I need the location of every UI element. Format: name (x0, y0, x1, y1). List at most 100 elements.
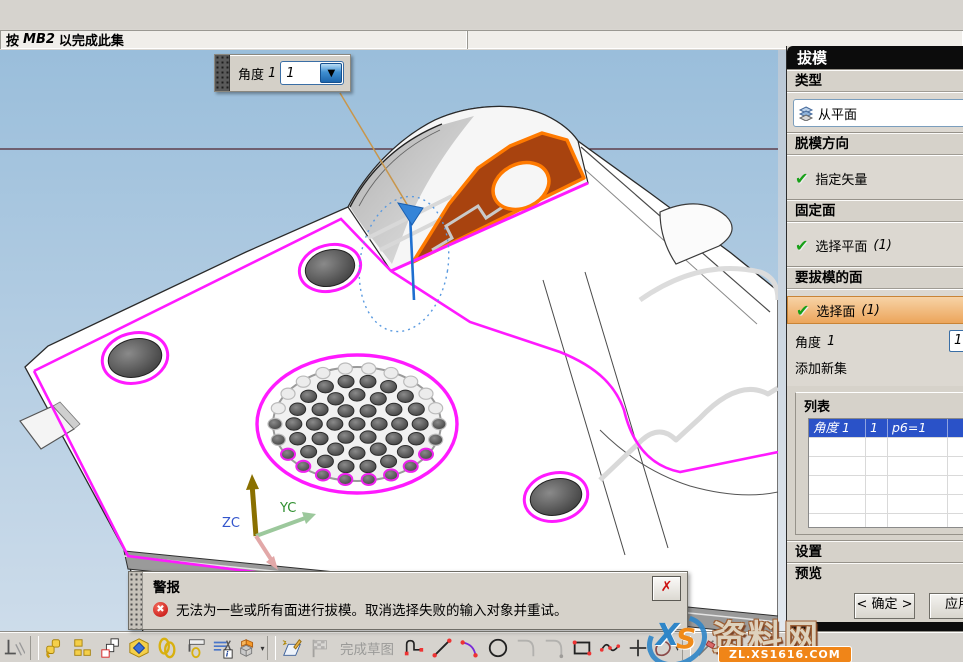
specify-vector-label: 指定矢量 (815, 169, 867, 188)
select-face-row[interactable]: ✔ 选择面 (1) (787, 296, 963, 324)
alert-close-button[interactable]: ✗ (652, 576, 681, 601)
arc-icon (459, 637, 481, 659)
toolbar-sketch-scene-button[interactable] (125, 635, 153, 661)
measure-icon (184, 637, 206, 659)
toolbar-separator (30, 636, 39, 660)
circle-icon (487, 637, 509, 659)
angle-popup[interactable]: 角度 1 1 ▼ (214, 54, 351, 92)
yc-axis-label: YC (279, 501, 296, 516)
toolbar-perpendicular-constraint-button[interactable] (0, 635, 28, 661)
make-corner-icon (44, 637, 66, 659)
toolbar-measure-button[interactable] (181, 635, 209, 661)
group-fixed-plane[interactable]: 固定面 (787, 200, 963, 222)
open-sketch-icon (281, 637, 303, 659)
add-new-set-row[interactable]: 添加新集 (787, 354, 963, 380)
dialog-title[interactable]: 拔模 (787, 46, 963, 70)
error-icon: ✖ (153, 602, 168, 617)
dropdown-arrow-icon[interactable]: ▾ (260, 644, 264, 653)
apply-button[interactable]: 应用 (929, 593, 963, 619)
alert-dialog: 警报 ✖ 无法为一些或所有面进行拔模。取消选择失败的输入对象并重试。 ✗ (128, 571, 688, 630)
list-row-empty (809, 457, 963, 476)
toolbar-line-button[interactable] (428, 635, 456, 661)
angle-popup-input[interactable]: 1 ▼ (280, 61, 344, 85)
angle-field-input[interactable]: 1 (949, 330, 963, 352)
angle-field-row: 角度 1 1 (787, 328, 963, 354)
dropdown-arrow-icon[interactable]: ▾ (675, 644, 679, 653)
angle-spinner-button[interactable]: ▼ (320, 63, 342, 83)
angle-popup-label: 角度 (238, 64, 264, 83)
toolbar-chain-constraint-button[interactable] (153, 635, 181, 661)
bottom-toolbar: ▾完成草图▾ (0, 632, 963, 662)
toolbar-chamfer-button (540, 635, 568, 661)
toolbar-separator (682, 636, 691, 660)
green-check-icon: ✔ (796, 301, 809, 320)
alert-grip-handle[interactable] (129, 572, 143, 629)
popup-grip-handle[interactable] (215, 55, 230, 91)
pattern-feature-icon (72, 637, 94, 659)
list-row-selected[interactable]: 角度 1 1 p6=1 (809, 419, 963, 438)
ok-button[interactable]: < 确定 > (854, 593, 915, 619)
toolbar-mirror-feature-button[interactable] (97, 635, 125, 661)
sketch-scene-icon (128, 637, 150, 659)
list-header[interactable]: 列表 (796, 393, 963, 418)
group-faces-to-draft[interactable]: 要拔模的面 (787, 267, 963, 289)
group-type[interactable]: 类型 (787, 70, 963, 92)
studio-spline-icon (599, 637, 621, 659)
toolbar-pattern-feature-button[interactable] (69, 635, 97, 661)
toolbar-fillet-button (512, 635, 540, 661)
toolbar-studio-spline-button[interactable] (596, 635, 624, 661)
toolbar-separator (267, 636, 276, 660)
finish-flag-icon (309, 637, 331, 659)
group-preview[interactable]: 预览 (787, 563, 963, 585)
group-direction[interactable]: 脱模方向 (787, 133, 963, 155)
toolbar-arc-button[interactable] (456, 635, 484, 661)
chamfer-icon (543, 637, 565, 659)
list-cell-angle: 角度 1 (809, 419, 866, 437)
toolbar-solid-body-button[interactable]: ▾ (237, 635, 265, 661)
fillet-icon (515, 637, 537, 659)
toolbar-trim-info-button[interactable] (209, 635, 237, 661)
type-dropdown[interactable]: 从平面 (793, 99, 963, 127)
chain-constraint-icon (156, 637, 178, 659)
group-settings[interactable]: 设置 (787, 541, 963, 563)
alert-title: 警报 (153, 576, 679, 596)
alert-message: 无法为一些或所有面进行拔模。取消选择失败的输入对象并重试。 (176, 599, 568, 619)
viewport-right-gutter (778, 50, 786, 632)
application-window: 按 MB2 以完成此集 (0, 0, 963, 662)
ellipse-icon (652, 637, 674, 659)
zc-axis-label: ZC (222, 516, 240, 531)
toolbar-open-sketch-button[interactable] (278, 635, 306, 661)
angle-field-index: 1 (827, 334, 835, 349)
toolbar-circle-button[interactable] (484, 635, 512, 661)
graphics-viewport[interactable]: ZC YC (0, 50, 778, 632)
toolbar-rectangle-button[interactable] (568, 635, 596, 661)
list-cell-expression: p6=1 (888, 419, 948, 437)
solid-body-icon (237, 637, 259, 659)
toolbar-make-corner-button[interactable] (41, 635, 69, 661)
dialog-buttons: < 确定 > 应用 (787, 591, 963, 621)
toolbar-profile-button[interactable] (400, 635, 428, 661)
draft-dialog: 拔模 类型 从平面 脱模方向 ✔ 指定矢量 固定面 ✔ 选择平面 (786, 46, 963, 631)
select-plane-row[interactable]: ✔ 选择平面 (1) (787, 231, 963, 259)
list-cell-empty (948, 419, 963, 437)
quick-extend-icon (724, 637, 746, 659)
add-new-set-label: 添加新集 (795, 358, 847, 377)
toolbar-finish-flag-button (306, 635, 334, 661)
draft-set-list[interactable]: 角度 1 1 p6=1 (808, 418, 963, 528)
list-row-empty (809, 438, 963, 457)
prompt-key: MB2 (23, 32, 55, 47)
top-toolbar-strip (0, 0, 963, 30)
line-icon (431, 637, 453, 659)
profile-icon (403, 637, 425, 659)
toolbar-point-button[interactable] (624, 635, 652, 661)
green-check-icon: ✔ (795, 236, 808, 255)
green-check-icon: ✔ (795, 169, 808, 188)
trim-info-icon (212, 637, 234, 659)
toolbar-ellipse-button[interactable]: ▾ (652, 635, 680, 661)
from-plane-icon (798, 105, 814, 121)
specify-vector-row[interactable]: ✔ 指定矢量 (787, 164, 963, 192)
list-row-empty (809, 495, 963, 514)
toolbar-quick-extend-button (721, 635, 749, 661)
dialog-bottom-frame (786, 622, 963, 631)
toolbar-quick-trim-button[interactable] (693, 635, 721, 661)
